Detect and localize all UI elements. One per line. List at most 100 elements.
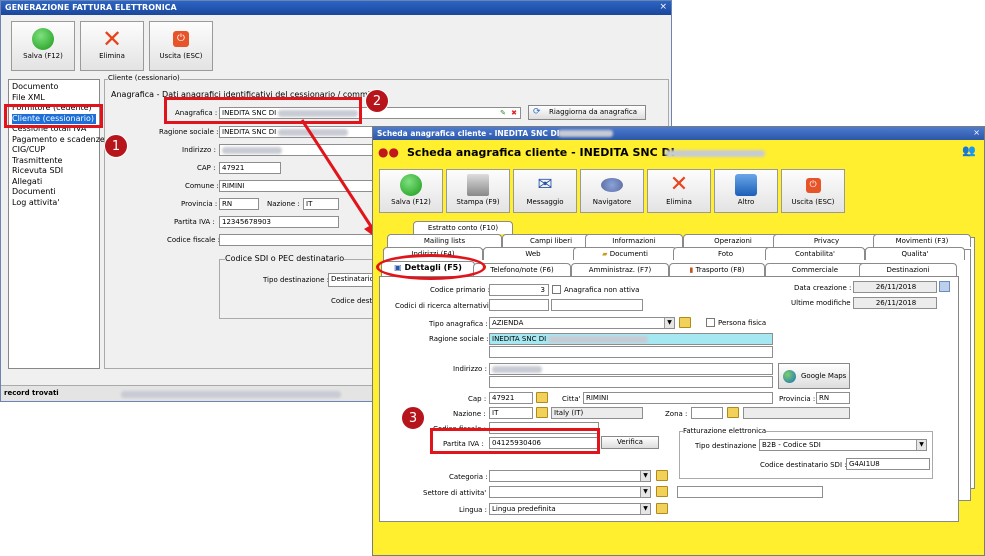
lingua-select[interactable]: Lingua predefinita ▼ [489, 503, 651, 515]
zona-field[interactable] [691, 407, 723, 419]
cap-field[interactable]: 47921 [219, 162, 281, 174]
codice-primario-field[interactable]: 3 [489, 284, 549, 296]
categoria-select[interactable]: ▼ [489, 470, 651, 482]
client-titlebar: Scheda anagrafica cliente - INEDITA SNC … [373, 127, 984, 140]
menu-item-documenti[interactable]: Documenti [12, 187, 96, 198]
ragione-sociale-label: Ragione sociale : [429, 335, 489, 343]
codici-ricerca-field-2[interactable] [551, 299, 643, 311]
tab-informazioni[interactable]: Informazioni [585, 234, 683, 247]
tab-destinazioni[interactable]: Destinazioni [859, 263, 957, 276]
tipo-destinazione-select[interactable]: B2B - Codice SDI ▼ [759, 439, 927, 451]
verifica-button[interactable]: Verifica [601, 436, 659, 449]
menu-item-cig-cup[interactable]: CIG/CUP [12, 145, 96, 156]
folder-icon[interactable] [536, 407, 548, 418]
client-altro-button[interactable]: Altro [714, 169, 778, 213]
citta-field[interactable]: RIMINI [583, 392, 773, 404]
indirizzo-label: Indirizzo : [182, 146, 216, 154]
tab-mailing-lists[interactable]: Mailing lists [387, 234, 502, 247]
cap-field[interactable]: 47921 [489, 392, 533, 404]
client-message-button[interactable]: ✉ Messaggio [513, 169, 577, 213]
menu-item-trasmittente[interactable]: Trasmittente [12, 156, 96, 167]
codice-sdi-field[interactable]: G4AI1U8 [846, 458, 930, 470]
nazione-label: Nazione : [453, 410, 486, 418]
tab-web[interactable]: Web [483, 247, 583, 260]
printer-icon [467, 174, 489, 196]
indirizzo-field[interactable] [489, 363, 773, 375]
tab-telefono[interactable]: Telefono/note (F6) [473, 263, 571, 276]
tab-qualita[interactable]: Qualita' [865, 247, 965, 260]
tab-operazioni[interactable]: Operazioni [683, 234, 783, 247]
ragione-sociale-field-2[interactable] [489, 346, 773, 358]
persona-fisica-checkbox[interactable] [706, 318, 715, 327]
tab-commerciale[interactable]: Commerciale [765, 263, 865, 276]
cap-label: CAP : [197, 164, 216, 172]
ultime-modifiche-field: 26/11/2018 [853, 297, 937, 309]
tipo-destinazione-select[interactable]: Destinatario [328, 273, 378, 287]
anagrafica-non-attiva-label: Anagrafica non attiva [564, 286, 640, 294]
codici-ricerca-field-1[interactable] [489, 299, 549, 311]
provincia-label: Provincia : [779, 395, 816, 403]
riaggiorna-button[interactable]: ⟳ Riaggiorna da anagrafica [528, 105, 646, 120]
client-delete-button[interactable]: ✕ Elimina [647, 169, 711, 213]
client-close-icon[interactable]: × [973, 128, 980, 137]
main-delete-button[interactable]: ✕ Elimina [80, 21, 144, 71]
menu-item-log[interactable]: Log attivita' [12, 198, 96, 209]
codici-ricerca-label: Codici di ricerca alternativi : [395, 302, 494, 310]
tab-movimenti[interactable]: Movimenti (F3) [873, 234, 971, 247]
tab-foto[interactable]: Foto [673, 247, 778, 260]
folder-icon[interactable] [679, 317, 691, 328]
client-exit-button[interactable]: ⏻ Uscita (ESC) [781, 169, 845, 213]
badge-2: 2 [365, 89, 389, 113]
tab-privacy[interactable]: Privacy [773, 234, 880, 247]
folder-icon[interactable] [656, 486, 668, 497]
persona-fisica-label: Persona fisica [718, 319, 767, 327]
folder-icon[interactable] [536, 392, 548, 403]
codice-primario-label: Codice primario : [430, 286, 491, 294]
tab-trasporto[interactable]: ▮ Trasporto (F8) [669, 263, 765, 276]
menu-item-documento[interactable]: Documento [12, 82, 96, 93]
folder-icon[interactable] [727, 407, 739, 418]
folder-icon[interactable] [656, 470, 668, 481]
tab-estratto-conto[interactable]: Estratto conto (F10) [413, 221, 513, 234]
main-exit-button[interactable]: ⏻ Uscita (ESC) [149, 21, 213, 71]
users-icon[interactable]: 👥 [962, 144, 976, 157]
tab-amministrazione[interactable]: Amministraz. (F7) [571, 263, 669, 276]
indirizzo-label: Indirizzo : [453, 365, 487, 373]
folder-icon[interactable] [656, 503, 668, 514]
check-icon [400, 174, 422, 196]
anagrafica-non-attiva-checkbox[interactable] [552, 285, 561, 294]
folder-icon: ▰ [602, 250, 608, 258]
pencil-icon[interactable]: ✎ [500, 108, 506, 118]
menu-item-allegati[interactable]: Allegati [12, 177, 96, 188]
client-save-button[interactable]: Salva (F12) [379, 169, 443, 213]
client-print-button[interactable]: Stampa (F9) [446, 169, 510, 213]
provincia-field[interactable]: RN [219, 198, 259, 210]
tipo-anagrafica-select[interactable]: AZIENDA ▼ [489, 317, 675, 329]
calendar-icon[interactable] [939, 281, 950, 292]
main-titlebar: GENERAZIONE FATTURA ELETTRONICA × [1, 1, 671, 15]
client-header: ●● Scheda anagrafica cliente - INEDITA S… [373, 141, 984, 163]
menu-item-pagamento[interactable]: Pagamento e scadenze [12, 135, 105, 146]
tab-documenti[interactable]: ▰ Documenti [573, 247, 677, 260]
indirizzo-field-2[interactable] [489, 376, 773, 388]
settore-select[interactable]: ▼ [489, 486, 651, 498]
nazione-field[interactable]: IT [489, 407, 533, 419]
provincia-field[interactable]: RN [816, 392, 850, 404]
provincia-label: Provincia : [181, 200, 218, 208]
data-creazione-label: Data creazione : [794, 284, 852, 292]
client-header-title: Scheda anagrafica cliente - INEDITA SNC … [407, 146, 675, 159]
client-navigator-button[interactable]: Navigatore [580, 169, 644, 213]
google-maps-button[interactable]: Google Maps [778, 363, 850, 389]
lingua-label: Lingua : [459, 506, 488, 514]
message-icon: ✉ [537, 174, 553, 195]
codice-fiscale-label: Codice fiscale : [167, 236, 220, 244]
clear-icon[interactable]: ✖ [511, 108, 517, 118]
menu-item-file-xml[interactable]: File XML [12, 93, 96, 104]
main-save-button[interactable]: Salva (F12) [11, 21, 75, 71]
badge-1: 1 [104, 134, 128, 158]
cap-label: Cap : [468, 395, 487, 403]
menu-item-ricevuta-sdi[interactable]: Ricevuta SDI [12, 166, 96, 177]
ragione-sociale-field[interactable]: INEDITA SNC DI [489, 333, 773, 345]
main-close-icon[interactable]: × [659, 2, 667, 12]
tab-contabilita[interactable]: Contabilita' [765, 247, 865, 260]
